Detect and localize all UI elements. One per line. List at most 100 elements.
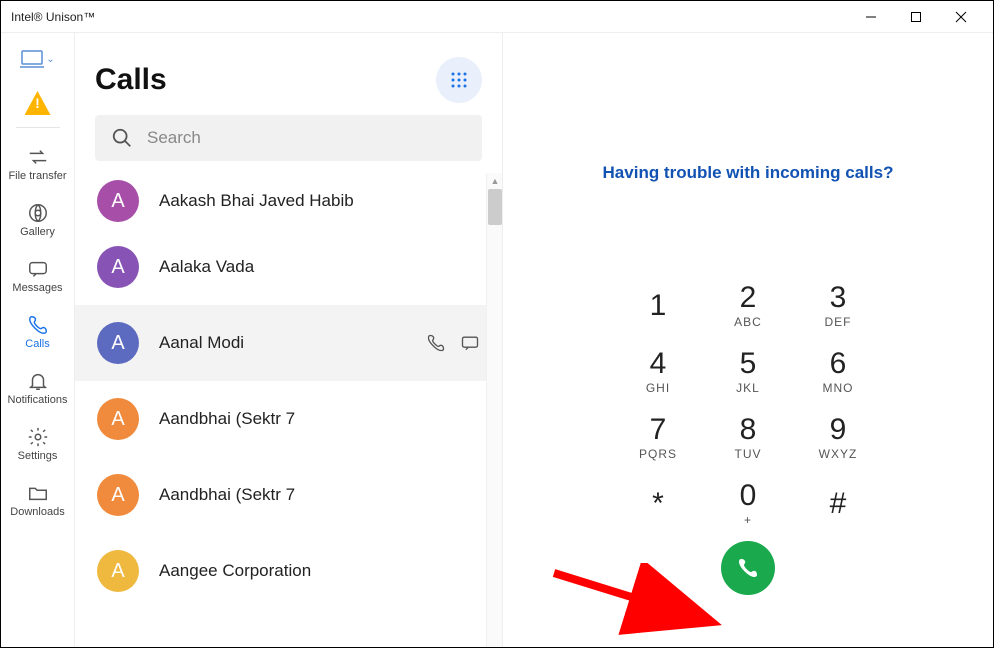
window-controls	[848, 1, 983, 33]
sidebar: ⌄ ! File transfer Gallery Messages Calls…	[1, 33, 75, 647]
nav-label: Downloads	[10, 506, 64, 518]
key-digit: #	[830, 489, 847, 519]
nav-calls[interactable]: Calls	[1, 304, 75, 360]
key-9[interactable]: 9 WXYZ	[798, 405, 878, 471]
messages-icon	[27, 258, 49, 280]
avatar: A	[97, 322, 139, 364]
transfer-icon	[27, 146, 49, 168]
key-letters: GHI	[646, 381, 670, 395]
key-digit: 0	[740, 481, 757, 511]
contact-row[interactable]: AAanal Modi	[75, 305, 502, 381]
window-title: Intel® Unison™	[11, 10, 95, 24]
title-bar: Intel® Unison™	[1, 1, 993, 33]
contact-name: Aangee Corporation	[159, 561, 311, 581]
key-digit: 3	[830, 283, 847, 313]
search-icon	[111, 127, 133, 149]
key-letters: JKL	[736, 381, 760, 395]
key-1[interactable]: 1	[618, 273, 698, 339]
key-letters: WXYZ	[819, 447, 858, 461]
nav-notifications[interactable]: Notifications	[1, 360, 75, 416]
contact-actions	[426, 333, 480, 353]
contact-row[interactable]: A Aandbhai (Sektr 7	[75, 381, 502, 457]
nav-label: Gallery	[20, 226, 55, 238]
search-input[interactable]	[147, 128, 466, 148]
key-4[interactable]: 4 GHI	[618, 339, 698, 405]
key-*[interactable]: *	[618, 471, 698, 537]
minimize-button[interactable]	[848, 1, 893, 33]
folder-icon	[27, 482, 49, 504]
key-digit: 5	[740, 349, 757, 379]
gallery-icon	[27, 202, 49, 224]
dialpad-icon	[449, 70, 469, 90]
key-letters: PQRS	[639, 447, 677, 461]
key-2[interactable]: 2ABC	[708, 273, 788, 339]
search-box[interactable]	[95, 115, 482, 161]
nav-gallery[interactable]: Gallery	[1, 192, 75, 248]
maximize-button[interactable]	[893, 1, 938, 33]
key-8[interactable]: 8 TUV	[708, 405, 788, 471]
gear-icon	[27, 426, 49, 448]
page-title: Calls	[95, 63, 167, 97]
list-header: Calls	[75, 33, 502, 115]
message-icon[interactable]	[460, 333, 480, 353]
nav-downloads[interactable]: Downloads	[1, 472, 75, 528]
key-3[interactable]: 3 DEF	[798, 273, 878, 339]
contact-row[interactable]: A Aandbhai (Sektr 7	[75, 457, 502, 533]
scrollbar[interactable]: ▲	[486, 173, 502, 647]
key-7[interactable]: 7PQRS	[618, 405, 698, 471]
key-letters: MNO	[823, 381, 854, 395]
key-digit: 1	[650, 291, 667, 321]
avatar: A	[97, 550, 139, 592]
nav-label: Notifications	[8, 394, 68, 406]
nav-settings[interactable]: Settings	[1, 416, 75, 472]
alert-icon[interactable]: !	[25, 91, 51, 115]
contact-name: Aalaka Vada	[159, 257, 254, 277]
key-0[interactable]: 0+	[708, 471, 788, 537]
key-letters: TUV	[735, 447, 762, 461]
contact-name: Aandbhai (Sektr 7	[159, 485, 295, 505]
nav-messages[interactable]: Messages	[1, 248, 75, 304]
key-digit: 8	[740, 415, 757, 445]
dialpad-toggle[interactable]	[436, 57, 482, 103]
keypad: 12ABC3DEF4GHI5JKL6MNO7PQRS8TUV9WXYZ*0+#	[618, 273, 878, 537]
key-#[interactable]: #	[798, 471, 878, 537]
contacts-panel: Calls A Aakash Bhai Javed Habib A Aalaka Va…	[75, 33, 503, 647]
key-6[interactable]: 6 MNO	[798, 339, 878, 405]
nav-label: File transfer	[8, 170, 66, 182]
key-letters: DEF	[825, 315, 852, 329]
chevron-down-icon: ⌄	[46, 54, 54, 65]
contact-row[interactable]: A Aakash Bhai Javed Habib	[75, 173, 502, 229]
key-digit: 6	[830, 349, 847, 379]
scroll-thumb[interactable]	[488, 189, 502, 225]
nav-label: Calls	[25, 338, 49, 350]
contact-name: Aakash Bhai Javed Habib	[159, 191, 354, 211]
device-selector[interactable]: ⌄	[18, 45, 58, 73]
contact-name: Aandbhai (Sektr 7	[159, 409, 295, 429]
calls-icon	[27, 314, 49, 336]
nav-file-transfer[interactable]: File transfer	[1, 136, 75, 192]
avatar: A	[97, 180, 139, 222]
search-wrap	[75, 115, 502, 173]
key-digit: *	[652, 489, 664, 519]
key-letters: ABC	[734, 315, 762, 329]
key-letters: +	[744, 513, 752, 527]
close-button[interactable]	[938, 1, 983, 33]
trouble-link[interactable]: Having trouble with incoming calls?	[603, 163, 894, 183]
key-digit: 4	[650, 349, 667, 379]
key-digit: 9	[830, 415, 847, 445]
call-icon[interactable]	[426, 333, 446, 353]
phone-icon	[736, 556, 760, 580]
divider	[16, 127, 60, 128]
key-5[interactable]: 5 JKL	[708, 339, 788, 405]
avatar: A	[97, 398, 139, 440]
scroll-up[interactable]: ▲	[487, 173, 502, 189]
avatar: A	[97, 474, 139, 516]
avatar: A	[97, 246, 139, 288]
nav-label: Settings	[18, 450, 58, 462]
call-button[interactable]	[721, 541, 775, 595]
nav-label: Messages	[12, 282, 62, 294]
contact-row[interactable]: A Aalaka Vada	[75, 229, 502, 305]
bell-icon	[27, 370, 49, 392]
contact-list: AAakash Bhai Javed HabibAAalaka VadaAAan…	[75, 173, 502, 647]
contact-row[interactable]: A Aangee Corporation	[75, 533, 502, 609]
